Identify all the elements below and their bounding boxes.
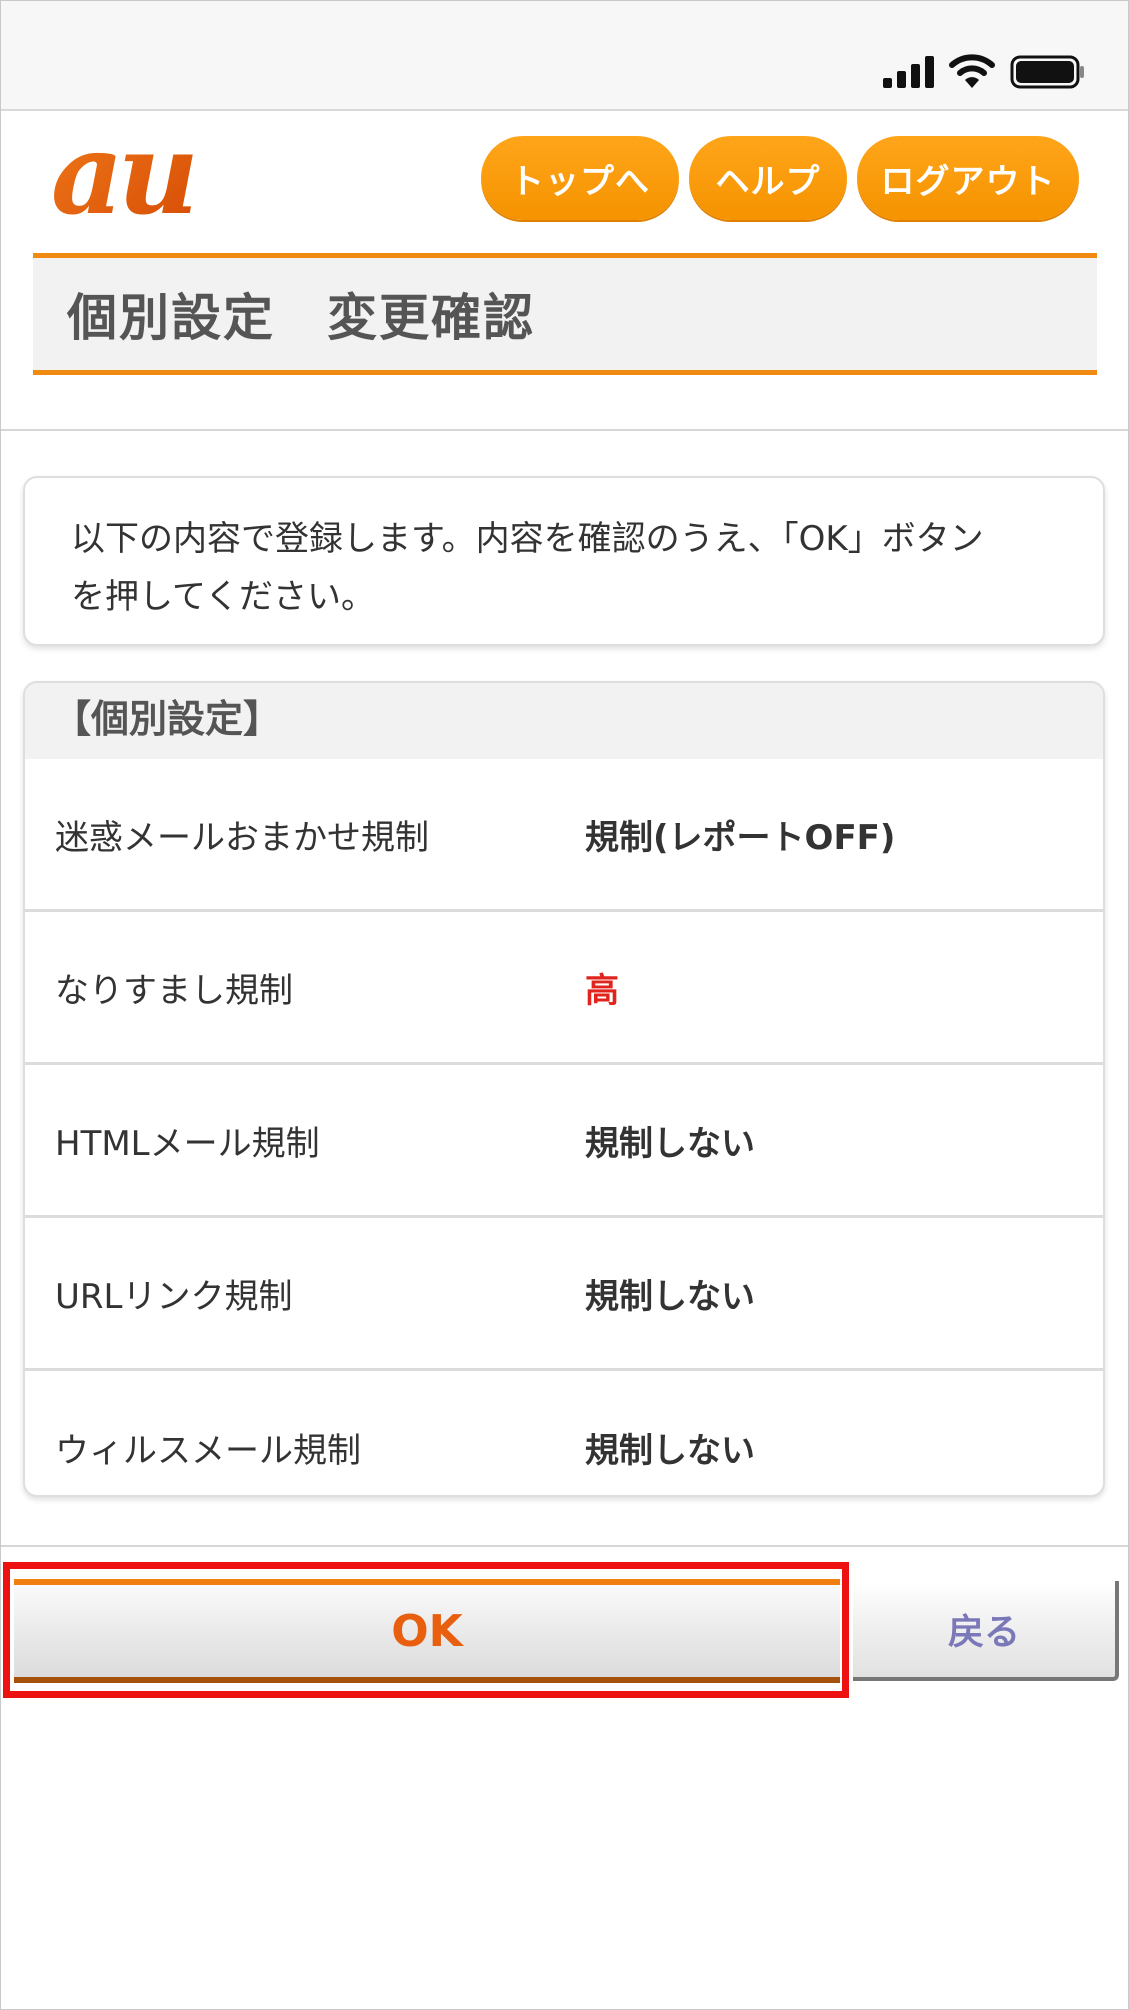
settings-heading: 【個別設定】 [25, 683, 1103, 759]
logout-button[interactable]: ログアウト [857, 136, 1079, 220]
setting-value: 規制しない [585, 1431, 755, 1471]
setting-value: 高 [585, 970, 619, 1011]
page-title: 個別設定 変更確認 [67, 289, 535, 347]
au-logo: au [51, 131, 200, 227]
setting-row-url-link: URLリンク規制 規制しない [25, 1218, 1103, 1371]
setting-value: 規制しない [585, 1123, 755, 1164]
help-button[interactable]: ヘルプ [689, 136, 847, 220]
setting-label: 迷惑メールおまかせ規制 [55, 817, 429, 858]
ok-button[interactable]: OK [14, 1579, 840, 1683]
top-page-button[interactable]: トップへ [481, 136, 679, 220]
setting-label: HTMLメール規制 [55, 1123, 320, 1164]
setting-row-virus-mail: ウィルスメール規制 規制しない [25, 1371, 1103, 1495]
signal-icon [883, 56, 934, 88]
setting-row-html-mail: HTMLメール規制 規制しない [25, 1065, 1103, 1218]
setting-row-spoofing: なりすまし規制 高 [25, 912, 1103, 1065]
battery-icon [1010, 55, 1084, 89]
divider [1, 1545, 1128, 1547]
phone-screen: au トップへ ヘルプ ログアウト 個別設定 変更確認 以下の内容で登録します。… [0, 0, 1129, 2010]
confirmation-notice: 以下の内容で登録します。内容を確認のうえ、「OK」ボタン を押してください。 [23, 476, 1105, 646]
notice-line: 以下の内容で登録します。内容を確認のうえ、「OK」ボタン [71, 519, 984, 559]
page-title-bar: 個別設定 変更確認 [33, 253, 1097, 375]
status-bar [1, 1, 1128, 111]
notice-line: を押してください。 [71, 577, 375, 617]
setting-value: 規制しない [585, 1276, 755, 1317]
svg-text:au: au [51, 131, 194, 227]
setting-label: ウィルスメール規制 [55, 1431, 361, 1471]
back-button[interactable]: 戻る [853, 1581, 1119, 1681]
settings-panel: 【個別設定】 迷惑メールおまかせ規制 規制(レポートOFF) なりすまし規制 高… [23, 681, 1105, 1497]
divider [1, 429, 1128, 431]
setting-label: URLリンク規制 [55, 1276, 293, 1317]
wifi-icon [949, 54, 995, 88]
setting-value: 規制(レポートOFF) [585, 817, 896, 858]
setting-label: なりすまし規制 [55, 970, 293, 1011]
setting-row-spam: 迷惑メールおまかせ規制 規制(レポートOFF) [25, 759, 1103, 912]
